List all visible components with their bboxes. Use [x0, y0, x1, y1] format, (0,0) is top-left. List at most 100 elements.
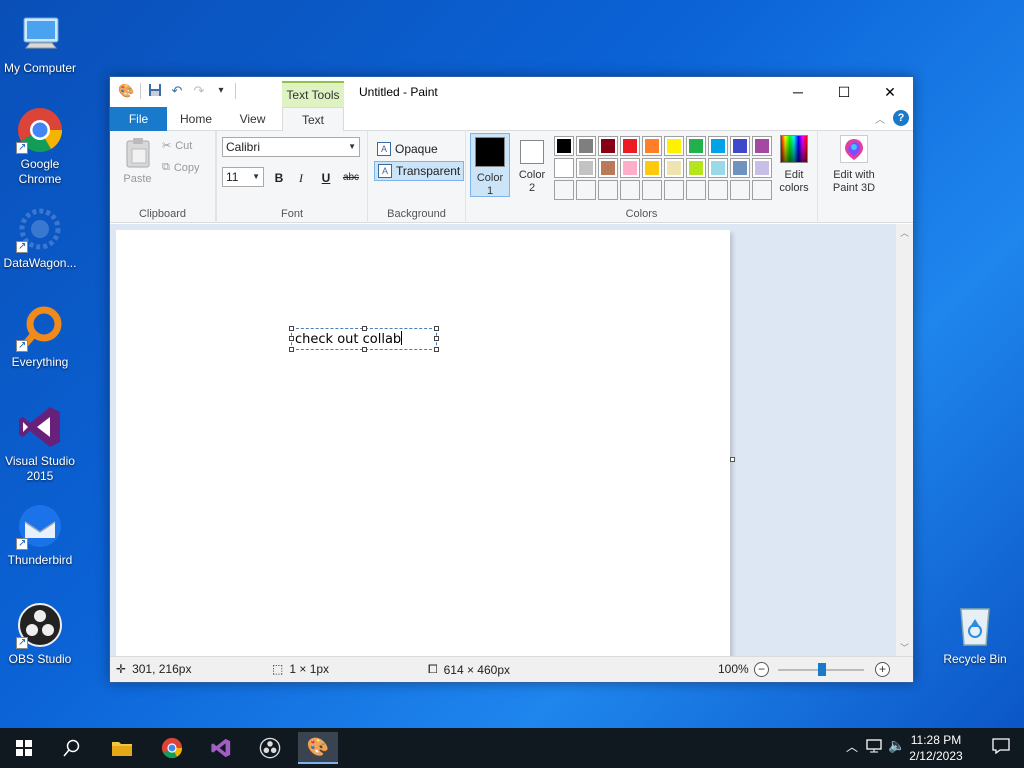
palette-color-swatch[interactable] — [708, 136, 728, 156]
desktop-icon-everything[interactable]: Everything — [0, 304, 80, 370]
underline-button[interactable]: U — [317, 169, 335, 187]
edit-with-paint3d-button[interactable]: Edit with Paint 3D — [824, 135, 884, 195]
search-button[interactable] — [52, 732, 92, 764]
resize-handle[interactable] — [289, 326, 294, 331]
palette-custom-color-slot[interactable] — [708, 180, 728, 200]
palette-color-swatch[interactable] — [730, 158, 750, 178]
start-button[interactable] — [4, 732, 44, 764]
save-icon[interactable] — [147, 83, 163, 99]
palette-custom-color-slot[interactable] — [598, 180, 618, 200]
taskbar-visual-studio[interactable] — [201, 732, 241, 764]
strikethrough-button[interactable]: abc — [340, 169, 362, 187]
paint-window[interactable]: 🎨 ↶ ↷ ▾ Text Tools Untitled - Paint ─ ☐ … — [109, 76, 914, 683]
desktop-icon-visual-studio[interactable]: Visual Studio 2015 — [0, 403, 80, 484]
palette-color-swatch[interactable] — [686, 136, 706, 156]
resize-handle[interactable] — [289, 336, 294, 341]
palette-color-swatch[interactable] — [752, 158, 772, 178]
notifications-icon[interactable] — [992, 738, 1010, 757]
resize-handle[interactable] — [434, 347, 439, 352]
vertical-scrollbar[interactable]: ︿ ﹀ — [896, 224, 913, 656]
taskbar-file-explorer[interactable] — [102, 732, 142, 764]
resize-handle[interactable] — [434, 326, 439, 331]
customize-qat-icon[interactable]: ▾ — [213, 83, 229, 99]
color-1-button[interactable]: Color 1 — [470, 133, 510, 197]
drawing-canvas[interactable]: check out collab — [116, 230, 730, 656]
canvas-workspace[interactable]: check out collab ︿ ﹀ — [110, 224, 913, 656]
taskbar-chrome[interactable] — [152, 732, 192, 764]
zoom-out-button[interactable]: − — [754, 662, 769, 677]
palette-color-swatch[interactable] — [598, 158, 618, 178]
help-icon[interactable]: ? — [893, 110, 909, 126]
palette-custom-color-slot[interactable] — [664, 180, 684, 200]
close-button[interactable]: ✕ — [867, 77, 913, 107]
text-box[interactable]: check out collab — [289, 326, 439, 352]
scroll-up-icon[interactable]: ︿ — [896, 226, 913, 239]
palette-custom-color-slot[interactable] — [554, 180, 574, 200]
opaque-button[interactable]: A Opaque — [374, 139, 441, 159]
palette-color-swatch[interactable] — [664, 136, 684, 156]
redo-icon[interactable]: ↷ — [191, 83, 207, 99]
title-bar[interactable]: 🎨 ↶ ↷ ▾ Text Tools Untitled - Paint ─ ☐ … — [110, 77, 913, 107]
tab-text[interactable]: Text — [282, 107, 344, 132]
maximize-button[interactable]: ☐ — [821, 77, 867, 107]
resize-handle[interactable] — [362, 326, 367, 331]
font-family-select[interactable]: Calibri ▼ — [222, 137, 360, 157]
palette-color-swatch[interactable] — [576, 158, 596, 178]
minimize-button[interactable]: ─ — [775, 77, 821, 107]
desktop-icon-datawagon[interactable]: DataWagon... — [0, 205, 80, 271]
font-size-select[interactable]: 11 ▼ — [222, 167, 264, 187]
palette-color-swatch[interactable] — [598, 136, 618, 156]
group-label: Background — [387, 208, 446, 220]
resize-handle[interactable] — [434, 336, 439, 341]
desktop-icon-thunderbird[interactable]: Thunderbird — [0, 502, 80, 568]
palette-color-swatch[interactable] — [642, 158, 662, 178]
chevron-down-icon: ▼ — [348, 142, 356, 151]
canvas-resize-handle[interactable] — [730, 457, 735, 462]
palette-custom-color-slot[interactable] — [576, 180, 596, 200]
transparent-button[interactable]: A Transparent — [374, 161, 465, 181]
resize-handle[interactable] — [289, 347, 294, 352]
tab-file[interactable]: File — [110, 107, 167, 131]
palette-color-swatch[interactable] — [686, 158, 706, 178]
palette-color-swatch[interactable] — [730, 136, 750, 156]
desktop-icon-recycle-bin[interactable]: Recycle Bin — [935, 601, 1015, 667]
bold-button[interactable]: B — [270, 169, 288, 187]
zoom-slider-thumb[interactable] — [818, 663, 826, 676]
tray-overflow-icon[interactable]: ︿ — [846, 738, 858, 755]
palette-custom-color-slot[interactable] — [752, 180, 772, 200]
desktop-icon-obs-studio[interactable]: OBS Studio — [0, 601, 80, 667]
palette-color-swatch[interactable] — [642, 136, 662, 156]
palette-color-swatch[interactable] — [554, 136, 574, 156]
tab-home[interactable]: Home — [167, 107, 225, 131]
desktop-icon-my-computer[interactable]: My Computer — [0, 10, 80, 76]
palette-custom-color-slot[interactable] — [686, 180, 706, 200]
palette-color-swatch[interactable] — [664, 158, 684, 178]
chrome-icon — [161, 737, 183, 759]
palette-custom-color-slot[interactable] — [730, 180, 750, 200]
taskbar-paint[interactable]: 🎨 — [298, 732, 338, 764]
tab-view[interactable]: View — [225, 107, 280, 131]
italic-button[interactable]: I — [292, 169, 310, 187]
palette-color-swatch[interactable] — [576, 136, 596, 156]
paint-app-icon[interactable]: 🎨 — [118, 83, 134, 99]
scroll-down-icon[interactable]: ﹀ — [896, 641, 913, 654]
network-icon[interactable] — [866, 739, 882, 756]
palette-custom-color-slot[interactable] — [642, 180, 662, 200]
clock[interactable]: 11:28 PM 2/12/2023 — [906, 732, 966, 764]
resize-handle[interactable] — [362, 347, 367, 352]
text-box-content[interactable]: check out collab — [295, 331, 403, 347]
volume-icon[interactable]: 🔈 — [888, 737, 905, 754]
color-2-button[interactable]: Color 2 — [514, 133, 550, 197]
palette-color-swatch[interactable] — [554, 158, 574, 178]
palette-color-swatch[interactable] — [620, 136, 640, 156]
palette-color-swatch[interactable] — [708, 158, 728, 178]
collapse-ribbon-icon[interactable]: ︿ — [875, 111, 885, 126]
palette-color-swatch[interactable] — [620, 158, 640, 178]
zoom-in-button[interactable]: + — [875, 662, 890, 677]
desktop-icon-google-chrome[interactable]: Google Chrome — [0, 106, 80, 187]
taskbar-obs[interactable] — [250, 732, 290, 764]
edit-colors-button[interactable]: Edit colors — [774, 135, 814, 195]
undo-icon[interactable]: ↶ — [169, 83, 185, 99]
palette-custom-color-slot[interactable] — [620, 180, 640, 200]
palette-color-swatch[interactable] — [752, 136, 772, 156]
